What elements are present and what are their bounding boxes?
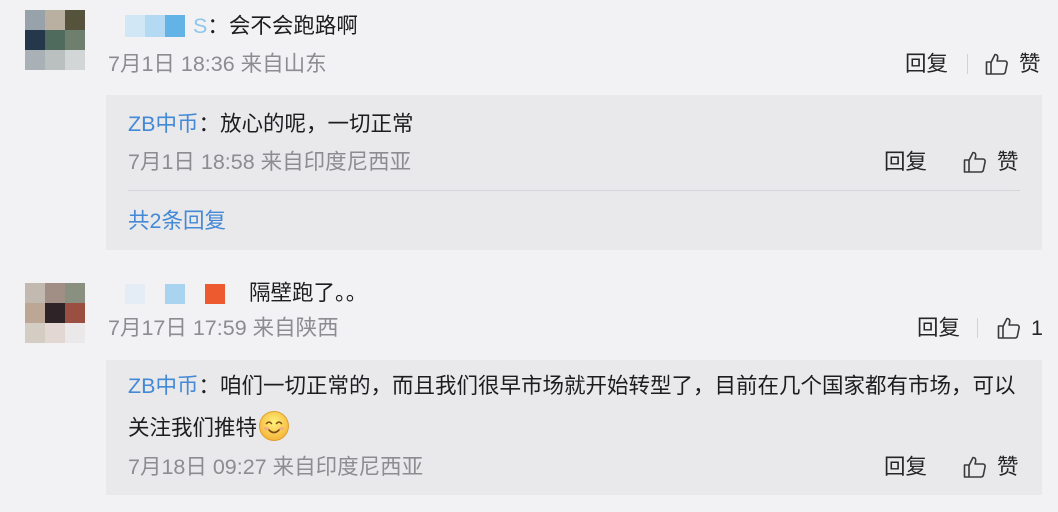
comment-meta: 7月17日 17:59 来自陕西 (108, 316, 339, 340)
reply-text: ：放心的呢，一切正常 (198, 112, 414, 136)
avatar-mosaic-cell (25, 303, 45, 323)
thumbs-up-icon (985, 53, 1008, 75)
action-divider (967, 54, 968, 74)
username-redacted-block (125, 284, 145, 304)
avatar-mosaic-cell (45, 30, 65, 50)
comment-header: S ：会不会跑路啊 (125, 12, 358, 40)
avatar-mosaic-cell (25, 50, 45, 70)
reply-divider (128, 190, 1020, 191)
reply-author[interactable]: ZB中币 (128, 110, 198, 138)
username-redacted[interactable] (125, 15, 185, 37)
avatar-mosaic-cell (25, 10, 45, 30)
reply-button[interactable]: 回复 (884, 453, 927, 481)
thumbs-up-icon (997, 317, 1020, 339)
comment-meta: 7月1日 18:36 来自山东 (108, 52, 327, 76)
avatar-mosaic-cell (45, 50, 65, 70)
thumbs-up-icon (963, 151, 986, 173)
avatar-mosaic-cell (45, 283, 65, 303)
thumbs-up-icon (963, 456, 986, 478)
like-label: 赞 (1019, 52, 1041, 76)
avatar-mosaic-cell (45, 303, 65, 323)
reply-button[interactable]: 回复 (884, 148, 927, 176)
username-redacted-block (145, 15, 165, 37)
username-redacted-block (165, 284, 185, 304)
like-button[interactable]: 1 (996, 314, 1043, 342)
avatar-mosaic-cell (25, 30, 45, 50)
reply-author[interactable]: ZB中币 (128, 374, 198, 398)
view-more-replies-link[interactable]: 共2条回复 (128, 207, 226, 235)
username-redacted[interactable] (125, 284, 225, 304)
action-divider (977, 318, 978, 338)
avatar-mosaic-cell (25, 323, 45, 343)
like-count: 1 (1031, 316, 1043, 340)
username-tail[interactable]: S (193, 12, 207, 40)
avatar-mosaic-cell (45, 10, 65, 30)
comment-header (125, 280, 225, 308)
reply-header: ZB中币 ：放心的呢，一切正常 (128, 110, 414, 138)
smiling-face-icon (259, 411, 290, 442)
reply-body: ZB中币：咱们一切正常的，而且我们很早市场就开始转型了，目前在几个国家都有市场，… (128, 365, 1026, 449)
reply-button[interactable]: 回复 (917, 314, 960, 342)
comment-text: ：会不会跑路啊 (207, 14, 358, 38)
avatar-mosaic-cell (45, 323, 65, 343)
avatar-mosaic-cell (65, 10, 85, 30)
like-button[interactable]: 赞 (984, 50, 1041, 78)
reply-button[interactable]: 回复 (905, 50, 948, 78)
avatar-mosaic-cell (65, 30, 85, 50)
avatar-mosaic-cell (25, 283, 45, 303)
avatar-mosaic-cell (65, 303, 85, 323)
avatar[interactable] (25, 283, 85, 343)
reply-thread: ZB中币：咱们一切正常的，而且我们很早市场就开始转型了，目前在几个国家都有市场，… (106, 360, 1042, 495)
avatar-mosaic-cell (65, 323, 85, 343)
reply-meta: 7月18日 09:27 来自印度尼西亚 (128, 455, 424, 479)
comment-text: 隔壁跑了。。 (249, 281, 368, 305)
reply-meta: 7月1日 18:58 来自印度尼西亚 (128, 150, 412, 174)
avatar-mosaic-cell (65, 50, 85, 70)
like-button[interactable]: 赞 (962, 148, 1019, 176)
username-redacted-block (205, 284, 225, 304)
like-label: 赞 (997, 455, 1019, 479)
username-redacted-block (165, 15, 185, 37)
reply-thread: ZB中币 ：放心的呢，一切正常 7月1日 18:58 来自印度尼西亚 回复 赞 … (106, 95, 1042, 250)
avatar-mosaic-cell (65, 283, 85, 303)
username-redacted-block (125, 15, 145, 37)
avatar[interactable] (25, 10, 85, 70)
like-label: 赞 (997, 150, 1019, 174)
like-button[interactable]: 赞 (962, 453, 1019, 481)
comment-thread-page: { "colors": { "page_bg": "#f2f2f5", "rep… (0, 0, 1058, 512)
